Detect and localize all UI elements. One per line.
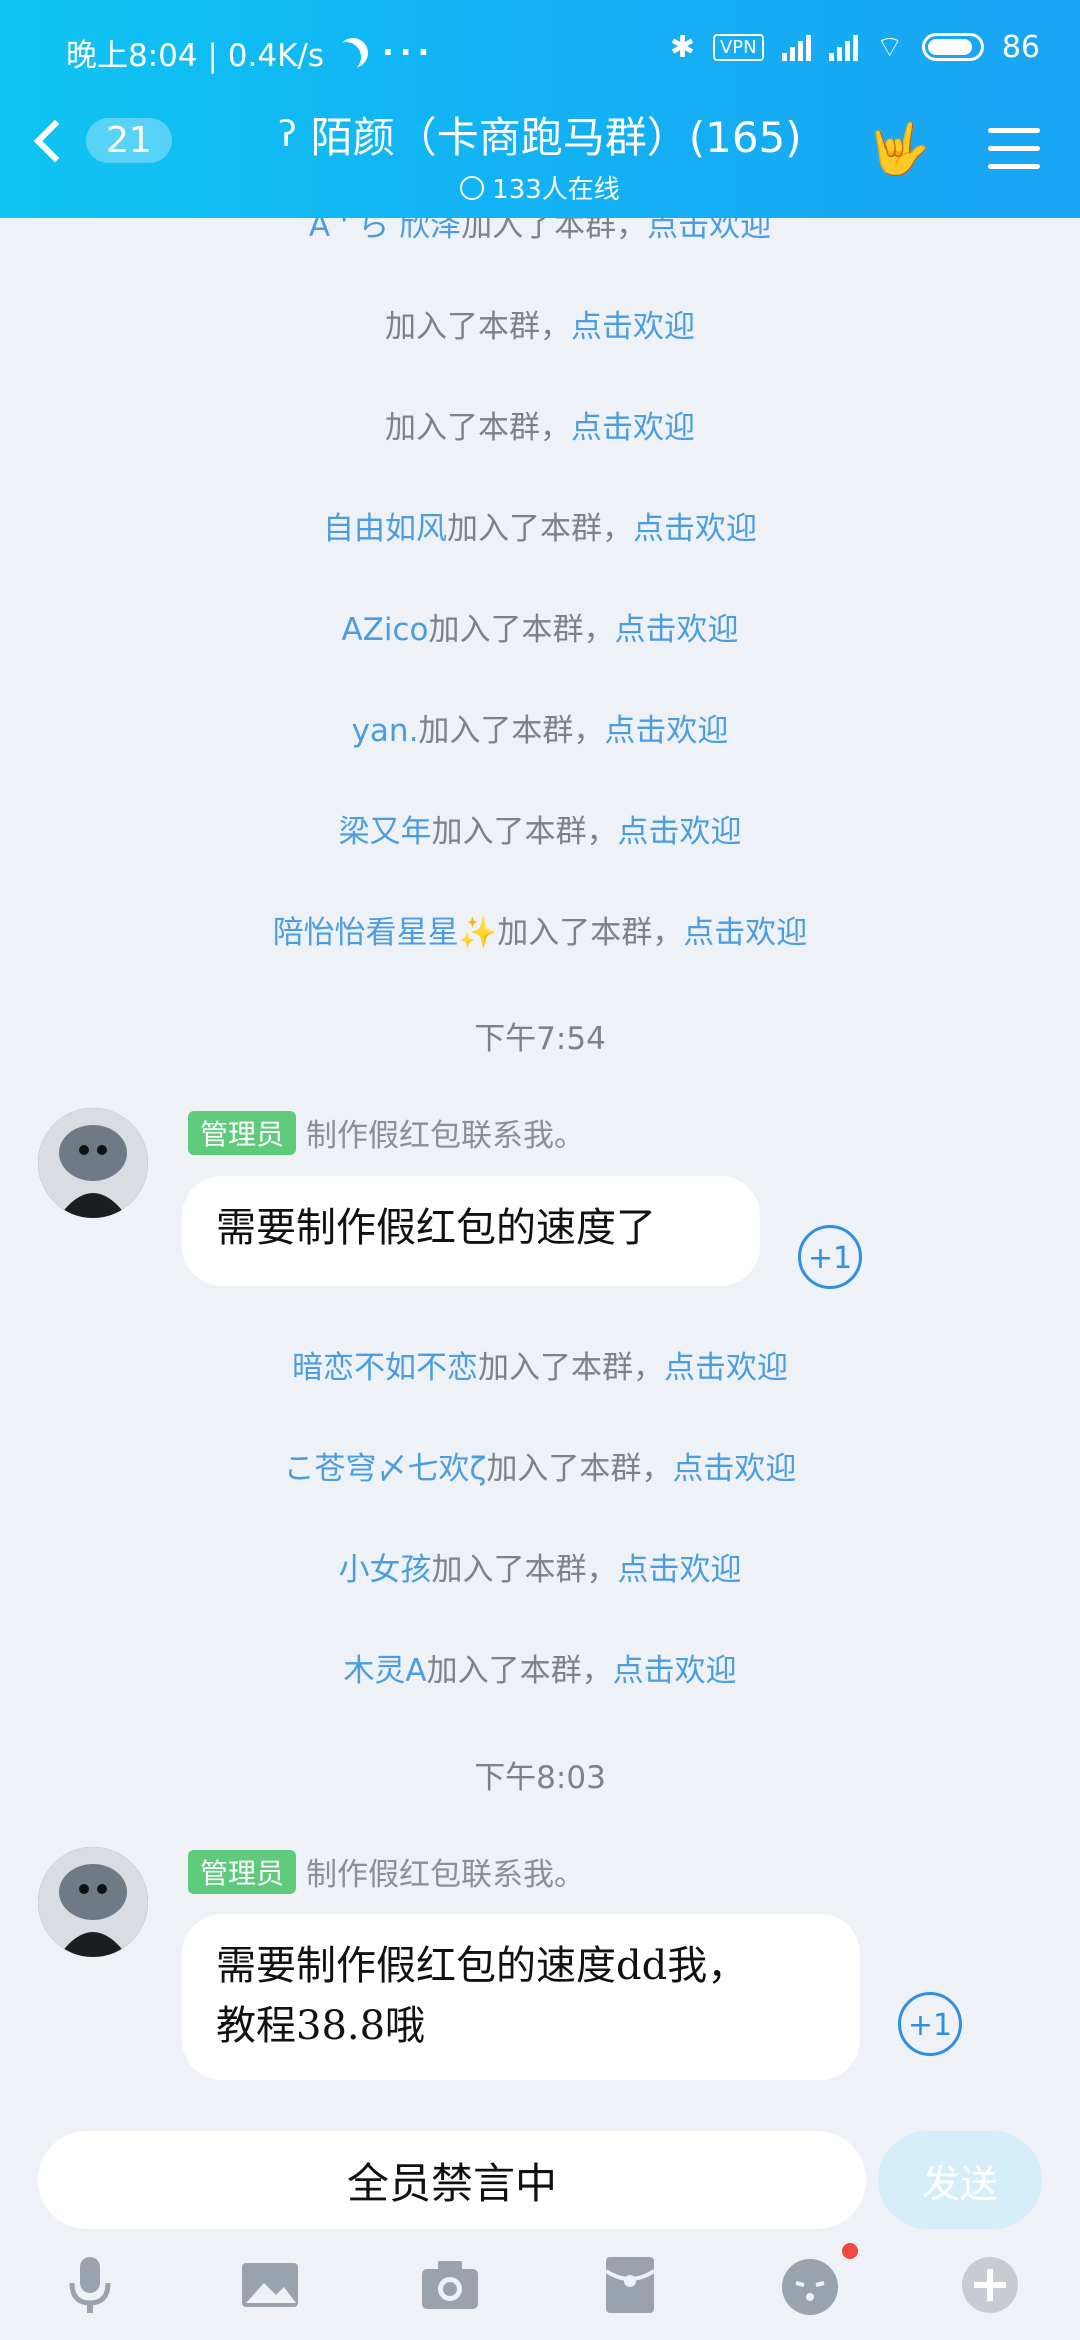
redpacket-icon[interactable] bbox=[598, 2253, 662, 2317]
message-input[interactable]: 全员禁言中 bbox=[38, 2131, 866, 2229]
avatar[interactable] bbox=[38, 1847, 148, 1957]
admin-badge: 管理员 bbox=[188, 1849, 297, 1894]
welcome-link[interactable]: 点击欢迎 bbox=[618, 1552, 742, 1588]
plus-one-button[interactable]: +1 bbox=[898, 1992, 962, 2056]
welcome-link[interactable]: 点击欢迎 bbox=[604, 713, 728, 749]
message-text-line-1: 需要制作假红包的速度dd我， bbox=[216, 1943, 748, 1989]
online-count: 133人在线 bbox=[492, 175, 620, 205]
signal-icon bbox=[781, 33, 811, 61]
image-icon[interactable] bbox=[238, 2253, 302, 2317]
message-bubble[interactable]: 需要制作假红包的速度dd我， 教程38.8哦 bbox=[182, 1914, 860, 2080]
hand-gesture-icon[interactable]: 🤟 bbox=[868, 120, 930, 179]
battery-level: 86 bbox=[1001, 29, 1040, 65]
welcome-link[interactable]: 点击欢迎 bbox=[571, 309, 695, 345]
bluetooth-icon: ✱ bbox=[669, 29, 695, 65]
menu-icon[interactable] bbox=[988, 128, 1040, 182]
more-dots: ··· bbox=[382, 34, 436, 71]
welcome-link[interactable]: 点击欢迎 bbox=[615, 612, 739, 648]
moon-icon bbox=[333, 32, 374, 73]
chat-message-list[interactable]: A ' ら 欣泽加入了本群，点击欢迎 加入了本群，点击欢迎 加入了本群，点击欢迎… bbox=[0, 218, 1080, 2123]
sender-line: 管理员 制作假红包联系我。 bbox=[188, 1110, 585, 1155]
signal-icon-2 bbox=[828, 33, 858, 61]
timestamp: 下午8:03 bbox=[474, 1760, 606, 1796]
sender-name[interactable]: 制作假红包联系我。 bbox=[306, 1849, 585, 1894]
muted-notice: 全员禁言中 bbox=[346, 2158, 557, 2208]
system-message: 加入了本群，点击欢迎 bbox=[385, 410, 695, 446]
wifi-icon: ⌔ bbox=[875, 30, 904, 65]
avatar[interactable] bbox=[38, 1108, 148, 1218]
welcome-link[interactable]: 点击欢迎 bbox=[633, 511, 757, 547]
group-title: 陌颜（卡商跑马群）(165) bbox=[310, 113, 802, 162]
system-message: yan.加入了本群，点击欢迎 bbox=[351, 713, 729, 749]
welcome-link[interactable]: 点击欢迎 bbox=[664, 1350, 788, 1386]
system-message: A ' ら 欣泽加入了本群，点击欢迎 bbox=[0, 218, 1080, 246]
chat-header: 晚上8:04 | 0.4K/s ··· ✱ VPN ⌔ 86 21 ʔ 陌颜（卡… bbox=[0, 0, 1080, 218]
welcome-link[interactable]: 点击欢迎 bbox=[613, 1653, 737, 1689]
online-icon bbox=[460, 175, 485, 200]
input-row: 全员禁言中 发送 bbox=[0, 2123, 1080, 2233]
system-message: 木灵A加入了本群，点击欢迎 bbox=[343, 1653, 737, 1689]
welcome-link[interactable]: 点击欢迎 bbox=[647, 218, 771, 244]
emoji-icon[interactable] bbox=[778, 2253, 842, 2317]
camera-icon[interactable] bbox=[418, 2253, 482, 2317]
system-message: 陪怡怡看星星✨加入了本群，点击欢迎 bbox=[272, 915, 808, 951]
system-message: AZico加入了本群，点击欢迎 bbox=[341, 612, 739, 648]
send-button[interactable]: 发送 bbox=[878, 2131, 1042, 2229]
welcome-link[interactable]: 点击欢迎 bbox=[683, 915, 807, 951]
battery-icon bbox=[921, 33, 984, 61]
mic-icon[interactable] bbox=[58, 2253, 122, 2317]
sender-line: 管理员 制作假红包联系我。 bbox=[188, 1849, 585, 1894]
message-text-line-2: 教程38.8哦 bbox=[216, 2003, 426, 2049]
welcome-link[interactable]: 点击欢迎 bbox=[618, 814, 742, 850]
input-toolbar bbox=[0, 2233, 1080, 2340]
message-text: 需要制作假红包的速度了 bbox=[216, 1205, 656, 1251]
admin-badge: 管理员 bbox=[188, 1110, 297, 1155]
status-time: 晚上8:04 | 0.4K/s bbox=[66, 38, 324, 74]
sender-name[interactable]: 制作假红包联系我。 bbox=[306, 1110, 585, 1155]
system-message: 自由如风加入了本群，点击欢迎 bbox=[323, 511, 757, 547]
welcome-link[interactable]: 点击欢迎 bbox=[672, 1451, 796, 1487]
system-message: 暗恋不如不恋加入了本群，点击欢迎 bbox=[292, 1350, 788, 1386]
system-message: 小女孩加入了本群，点击欢迎 bbox=[338, 1552, 742, 1588]
timestamp: 下午7:54 bbox=[474, 1021, 606, 1057]
welcome-link[interactable]: 点击欢迎 bbox=[571, 410, 695, 446]
system-message: 加入了本群，点击欢迎 bbox=[385, 309, 695, 345]
system-message: 梁又年加入了本群，点击欢迎 bbox=[338, 814, 742, 850]
ear-icon[interactable]: ʔ bbox=[278, 114, 296, 155]
plus-one-button[interactable]: +1 bbox=[798, 1225, 862, 1289]
plus-icon[interactable] bbox=[958, 2253, 1022, 2317]
message-bubble[interactable]: 需要制作假红包的速度了 bbox=[182, 1176, 760, 1286]
status-bar: 晚上8:04 | 0.4K/s ··· ✱ VPN ⌔ 86 bbox=[0, 0, 1080, 100]
vpn-badge: VPN bbox=[712, 33, 764, 61]
notification-dot bbox=[842, 2243, 858, 2259]
system-message: こ苍穹〆七欢ζ加入了本群，点击欢迎 bbox=[283, 1451, 797, 1487]
